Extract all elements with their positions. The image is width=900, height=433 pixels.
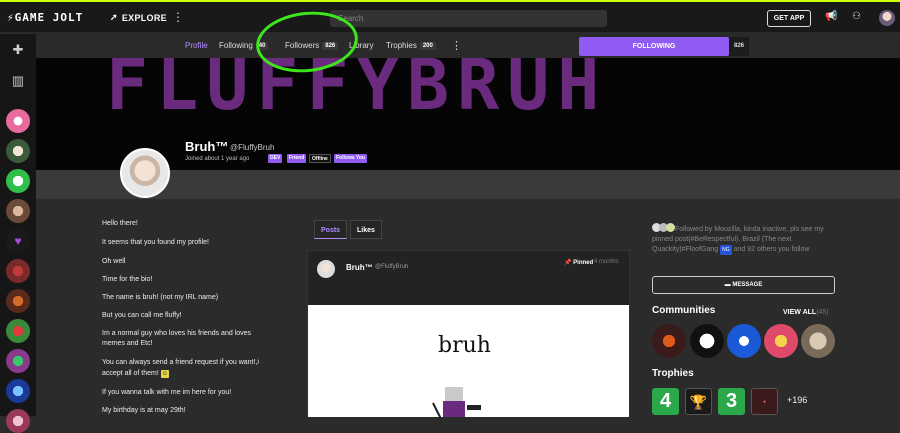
bio-line: It seems that you found my profile!	[102, 239, 209, 246]
community-icon[interactable]	[727, 324, 761, 358]
gamejolt-logo[interactable]: ⚡GAME JOLT	[7, 11, 83, 24]
post-avatar[interactable]	[317, 260, 335, 278]
emoji-icon: ☺	[160, 370, 169, 378]
profile-nav	[36, 34, 900, 58]
search-input[interactable]: Search	[330, 10, 607, 27]
community-avatar[interactable]	[6, 289, 30, 313]
tab-profile[interactable]: Profile	[185, 41, 208, 50]
user-avatar[interactable]	[879, 10, 895, 26]
pinned-label: 📌 Pinned	[564, 260, 594, 266]
community-avatar[interactable]	[6, 349, 30, 373]
follower-avatar	[666, 223, 675, 232]
community-avatar[interactable]	[6, 169, 30, 193]
communities-title: Communities	[652, 305, 716, 316]
post-image[interactable]: bruh	[308, 305, 629, 420]
more-tabs-icon[interactable]: ⋮	[451, 39, 462, 52]
bio-line: Hello there!	[102, 220, 138, 227]
bio-line: Oh well	[102, 258, 126, 265]
trophies-title: Trophies	[652, 368, 694, 379]
bio-line: You can always send a friend request if …	[102, 359, 259, 366]
drawing-figure	[432, 387, 481, 420]
follows-you-badge: Follows You	[334, 154, 367, 163]
banner-text: FLUFFYBRUH	[106, 58, 608, 126]
community-avatar[interactable]	[6, 379, 30, 403]
post-author[interactable]: Bruh™	[346, 263, 373, 272]
community-avatar[interactable]	[6, 259, 30, 283]
bio-line: Im a normal guy who loves his friends an…	[102, 330, 252, 337]
profile-name: Bruh™	[185, 139, 229, 154]
post-image-text: bruh	[438, 333, 491, 358]
follower-count: 826	[729, 37, 749, 56]
bio-line: My birthday is at may 29th!	[102, 407, 186, 414]
bio-line: Time for the bio!	[102, 276, 153, 283]
post-time: 4 months	[594, 259, 619, 265]
community-icon[interactable]	[652, 324, 686, 358]
community-icon[interactable]	[690, 324, 724, 358]
bio-line: The name is bruh! (not my IRL name)	[102, 294, 219, 301]
community-avatar[interactable]	[6, 199, 30, 223]
tab-likes[interactable]: Likes	[350, 220, 382, 239]
get-app-button[interactable]: GET APP	[767, 10, 811, 27]
ng-emoji-icon: NG	[720, 245, 732, 255]
compass-icon: ➚	[110, 12, 118, 22]
dev-badge: DEV	[268, 154, 283, 163]
shell-switch-icon[interactable]: ✚	[9, 42, 27, 60]
logo-icon: ⚡	[7, 11, 15, 24]
bio-line: If you wanna talk with me im here for yo…	[102, 389, 232, 396]
tab-posts[interactable]: Posts	[314, 220, 348, 239]
top-bar: ⚡GAME JOLT ➚ EXPLORE ⋮ Search GET APP 📢 ⚇	[0, 0, 900, 32]
chat-icon: ▬	[724, 282, 731, 288]
pin-icon: 📌	[564, 260, 572, 266]
following-button[interactable]: FOLLOWING	[579, 37, 729, 56]
community-avatar[interactable]	[6, 109, 30, 133]
friend-badge: Friend	[287, 154, 307, 163]
bio-line: accept all of them! ☺	[102, 370, 169, 378]
view-all-link[interactable]: VIEW ALL(45)	[783, 309, 829, 316]
library-icon[interactable]: ▥	[9, 73, 27, 91]
more-menu-icon[interactable]: ⋮	[172, 10, 184, 24]
bio-line: memes and Etc!	[102, 340, 153, 347]
trophy-icon[interactable]: 🏆	[685, 388, 712, 415]
trophy-item[interactable]: 4	[652, 388, 679, 415]
followed-by-text: Followed by Mouzilla, kinda inactive, pl…	[652, 223, 842, 255]
community-avatar[interactable]	[6, 409, 30, 433]
more-trophies-count[interactable]: +196	[787, 395, 807, 405]
trophy-item[interactable]: ●	[751, 388, 778, 415]
offline-badge: Offline	[309, 154, 331, 163]
megaphone-icon[interactable]: 📢	[825, 11, 837, 22]
joined-date: Joined about 1 year ago	[185, 156, 250, 162]
explore-button[interactable]: ➚ EXPLORE	[110, 12, 167, 23]
friends-icon[interactable]: ⚇	[852, 11, 861, 22]
pinned-post[interactable]: Bruh™ @FluffyBruh 📌 Pinned 4 months bruh	[307, 250, 630, 420]
trophy-item[interactable]: 3	[718, 388, 745, 415]
sidebar: ✚ ▥ ♥	[0, 34, 36, 433]
heart-icon: ♥	[14, 234, 22, 248]
community-icon[interactable]	[801, 324, 835, 358]
community-avatar[interactable]	[6, 319, 30, 343]
profile-banner: FLUFFYBRUH	[36, 58, 900, 170]
community-avatar[interactable]	[6, 139, 30, 163]
community-icon[interactable]	[764, 324, 798, 358]
bio-line: But you can call me fluffy!	[102, 312, 182, 319]
profile-avatar[interactable]	[120, 148, 170, 198]
message-button[interactable]: ▬ MESSAGE	[652, 276, 835, 294]
community-avatar[interactable]: ♥	[6, 229, 30, 253]
tab-trophies[interactable]: Trophies 200	[386, 41, 436, 50]
post-handle: @FluffyBruh	[375, 264, 409, 270]
profile-handle: @FluffyBruh	[230, 143, 275, 152]
